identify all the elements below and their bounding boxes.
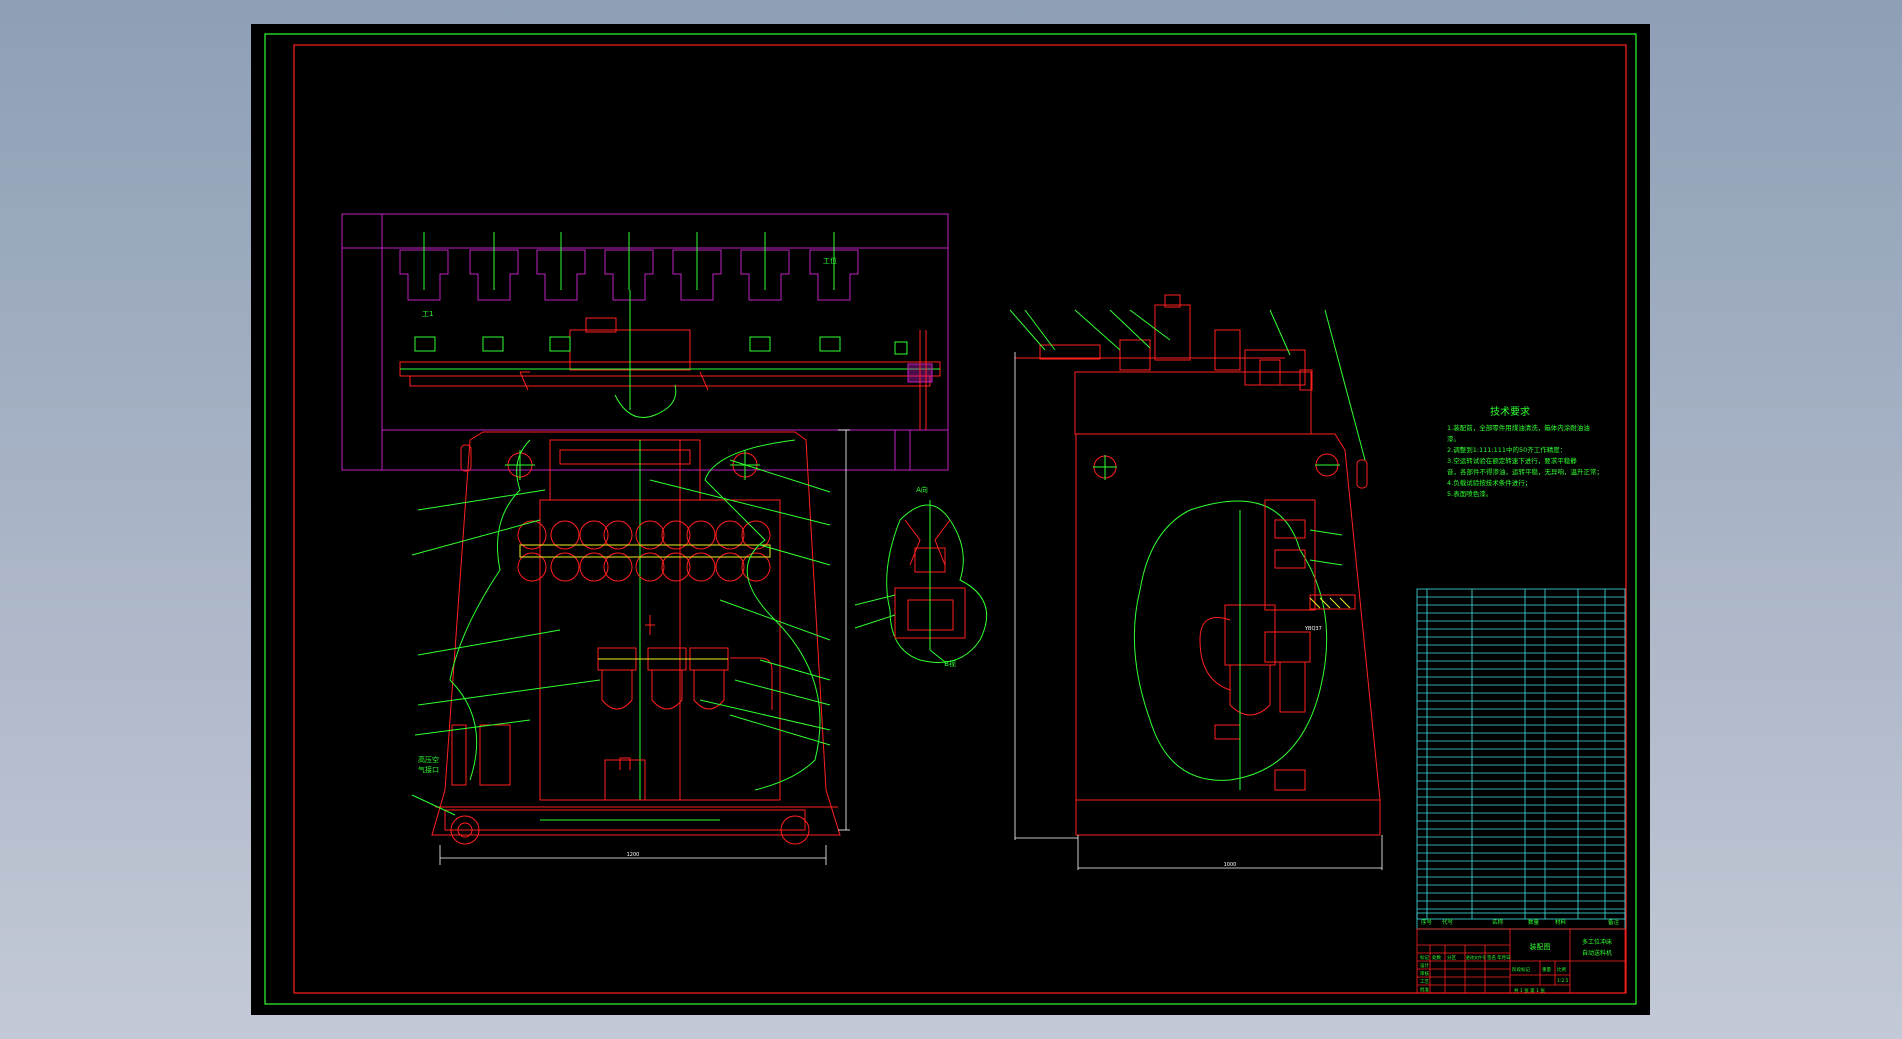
detail-bottom-label: B视 (944, 659, 956, 668)
role-label: 设计 (1420, 962, 1429, 969)
scale-value: 1:2.5 (1557, 978, 1569, 984)
header-col: 数量 (1528, 918, 1540, 926)
tech-req-line: 音，各部件不得渗油，运转平稳，无异响，温升正常； (1447, 467, 1603, 476)
tech-req-line: 漆。 (1447, 434, 1460, 443)
stage-label: 比例 (1557, 966, 1566, 973)
tech-req-line: 2.调整到1:111:111中的50齐工作精度： (1447, 445, 1566, 454)
mark-col: 更改文件号 (1466, 954, 1486, 960)
air-inlet-label: 气接口 (418, 765, 439, 774)
mark-col: 标记 (1420, 954, 1429, 961)
role-label: 批准 (1420, 986, 1429, 993)
station-tag: 工位 (823, 256, 837, 265)
mark-col: 处数 (1432, 954, 1441, 961)
drawing-name: 装配图 (1530, 942, 1551, 951)
header-col: 材料 (1555, 918, 1567, 926)
left-tag: 工1 (422, 310, 433, 318)
air-inlet-label: 高压空 (418, 755, 439, 764)
detail-top-label: A向 (916, 485, 928, 494)
header-col: 备注 (1608, 918, 1620, 926)
stage-label: 阶段标记 (1512, 966, 1530, 973)
front-dimension: 1200 (627, 852, 640, 858)
role-label: 审核 (1420, 970, 1429, 977)
mark-col: 分区 (1447, 954, 1456, 961)
part-name: 自动送料机 (1582, 949, 1612, 957)
sheet-info: 共 1 张 第 1 张 (1514, 987, 1545, 994)
role-label: 工艺 (1420, 979, 1429, 985)
tech-req-line: 5.表面喷色漆。 (1447, 489, 1492, 498)
mark-col: 签名 (1487, 954, 1496, 961)
tech-req-line: 3.空运转试验在额定转速下进行，要求平稳静 (1447, 456, 1577, 465)
header-col: 代号 (1442, 918, 1454, 926)
header-col: 序号 (1421, 918, 1433, 926)
side-dimension: 1000 (1224, 862, 1237, 868)
mark-col: 年月日 (1497, 954, 1511, 961)
cad-viewport[interactable]: 技术要求 1.装配前，全部零件用煤油清洗，箱体内涂耐油油 漆。 2.调整到1:1… (0, 0, 1902, 1039)
stage-label: 重量 (1542, 966, 1551, 973)
part-name: 多工位冲床 (1582, 938, 1612, 946)
model-space-canvas[interactable] (251, 24, 1650, 1015)
header-col: 名称 (1492, 918, 1504, 926)
drawing-sheet: 技术要求 1.装配前，全部零件用煤油清洗，箱体内涂耐油油 漆。 2.调整到1:1… (251, 24, 1650, 1015)
tech-req-title: 技术要求 (1490, 405, 1530, 418)
valve-label: YBQ37 (1304, 626, 1322, 632)
tech-req-line: 1.装配前，全部零件用煤油清洗，箱体内涂耐油油 (1447, 423, 1590, 432)
tech-req-line: 4.负载试验按技术条件进行； (1447, 478, 1531, 487)
